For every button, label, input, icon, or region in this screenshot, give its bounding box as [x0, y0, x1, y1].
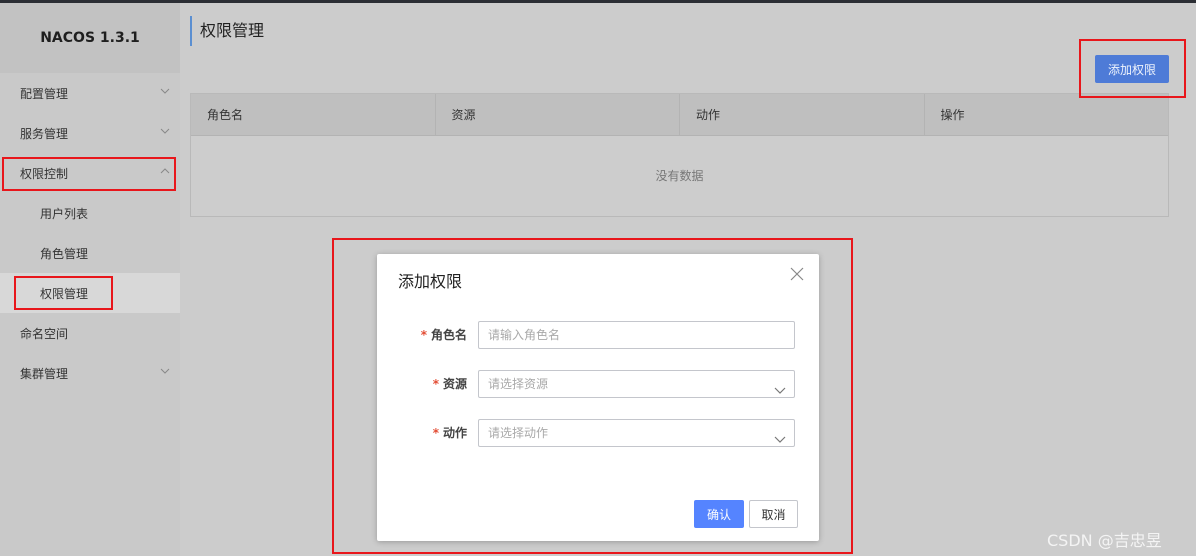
chevron-down-icon [160, 366, 170, 376]
form-row-resource: * 资源 请选择资源 [377, 370, 819, 398]
sidebar-item-namespace[interactable]: 命名空间 [0, 313, 180, 353]
column-resource: 资源 [436, 94, 680, 135]
sidebar-item-label: 用户列表 [40, 206, 89, 221]
chevron-up-icon [160, 166, 170, 176]
resource-select-placeholder: 请选择资源 [488, 377, 549, 391]
resource-select[interactable]: 请选择资源 [478, 370, 795, 398]
sidebar-item-permission-management[interactable]: 权限管理 [0, 273, 180, 313]
column-operation: 操作 [940, 108, 965, 122]
required-mark: * [432, 426, 439, 440]
sidebar-item-role-management[interactable]: 角色管理 [0, 233, 180, 273]
chevron-down-icon [160, 126, 170, 136]
sidebar-item-config[interactable]: 配置管理 [0, 73, 180, 113]
empty-table-text: 没有数据 [655, 169, 704, 183]
cancel-button[interactable]: 取消 [749, 500, 798, 528]
sidebar: NACOS 1.3.1 配置管理 服务管理 权限控制 用户列表 角色管理 权限管… [0, 3, 180, 556]
sidebar-item-user-list[interactable]: 用户列表 [0, 193, 180, 233]
permission-table: 角色名 资源 动作 操作 没有数据 [190, 93, 1169, 217]
brand-title: NACOS 1.3.1 [0, 3, 180, 73]
role-name-input[interactable] [478, 321, 795, 349]
required-mark: * [432, 377, 439, 391]
sidebar-item-access-control[interactable]: 权限控制 [0, 153, 180, 193]
sidebar-item-label: 权限控制 [20, 166, 69, 181]
required-mark: * [420, 328, 427, 342]
close-icon[interactable] [789, 266, 805, 282]
action-label: * 动作 [432, 426, 467, 440]
confirm-button[interactable]: 确认 [694, 500, 744, 528]
column-role-name: 角色名 [191, 94, 436, 135]
sidebar-item-label: 权限管理 [40, 286, 89, 301]
page-title: 权限管理 [190, 16, 264, 46]
form-row-action: * 动作 请选择动作 [377, 419, 819, 447]
sidebar-item-cluster[interactable]: 集群管理 [0, 353, 180, 393]
resource-label: * 资源 [432, 377, 467, 391]
sidebar-item-label: 命名空间 [20, 326, 69, 341]
chevron-down-icon [160, 86, 170, 96]
dialog-title: 添加权限 [398, 272, 463, 291]
watermark: CSDN @吉忠昱 [1047, 531, 1162, 550]
sidebar-item-service[interactable]: 服务管理 [0, 113, 180, 153]
chevron-down-icon [774, 428, 786, 443]
chevron-down-icon [774, 379, 786, 394]
table-header: 角色名 资源 动作 操作 [191, 94, 1168, 136]
action-select[interactable]: 请选择动作 [478, 419, 795, 447]
sidebar-item-label: 角色管理 [40, 246, 89, 261]
sidebar-item-label: 服务管理 [20, 126, 69, 141]
add-permission-dialog: 添加权限 *角色名 *资源 请选择资源 *动作 请选择动作 确认 [377, 254, 819, 541]
column-action: 动作 [680, 94, 925, 135]
form-row-role-name: * 角色名 [377, 321, 819, 349]
sidebar-item-label: 配置管理 [20, 86, 69, 101]
add-permission-button[interactable]: 添加权限 [1095, 55, 1169, 83]
action-select-placeholder: 请选择动作 [488, 426, 549, 440]
sidebar-item-label: 集群管理 [20, 366, 69, 381]
role-name-label: * 角色名 [420, 328, 467, 342]
